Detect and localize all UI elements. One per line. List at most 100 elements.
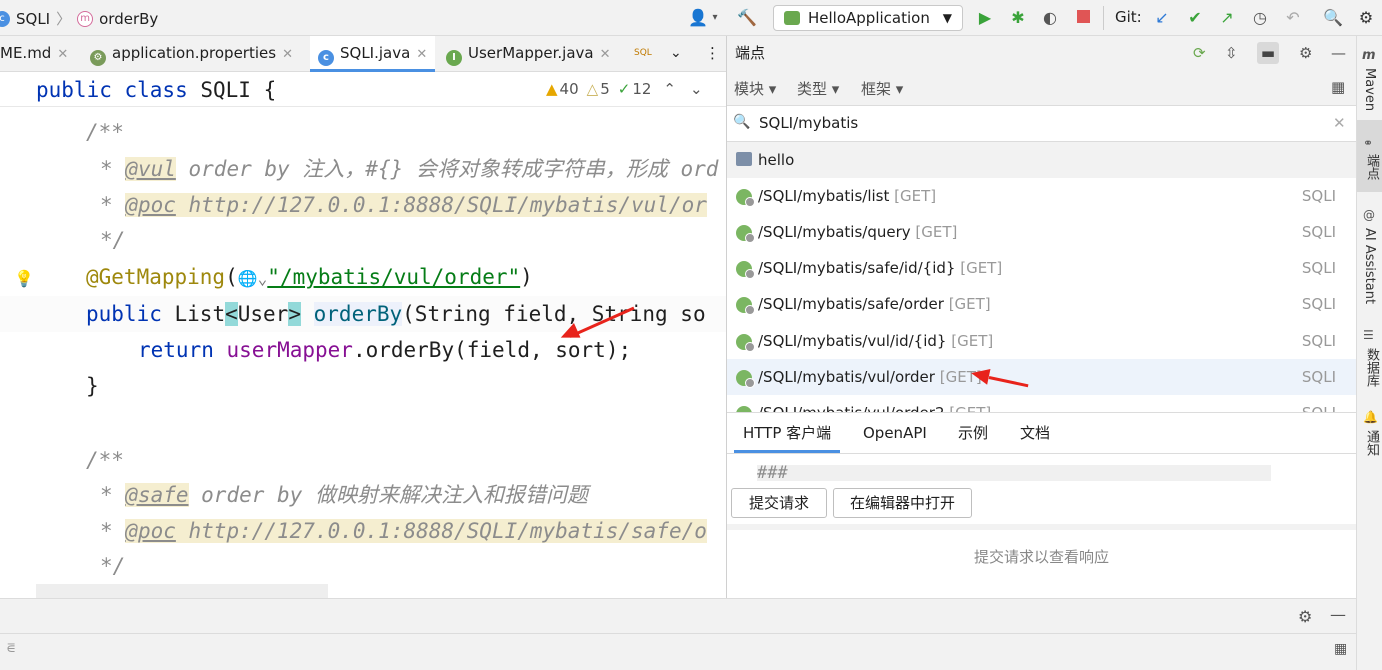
run-config-label: HelloApplication <box>808 9 930 27</box>
submit-request-button[interactable]: 提交请求 <box>731 488 827 518</box>
code-comment-poc: * @poc http://127.0.0.1:8888/SQLI/mybati… <box>100 193 707 217</box>
tab-sqli-java[interactable]: c SQLI.java ✕ <box>310 36 436 72</box>
endpoint-globe-icon <box>736 261 755 279</box>
endpoints-filters: 模块 ▾ 类型 ▾ 框架 ▾ ▦ <box>727 70 1356 106</box>
endpoint-globe-icon <box>736 297 755 315</box>
maven-icon: m <box>1362 48 1376 63</box>
endpoints-header: 端点 ⟳ ⇳ ▬ ⚙ — <box>727 36 1356 70</box>
chevron-down-icon[interactable]: ⌄ <box>690 80 703 98</box>
code-close-brace: } <box>86 374 99 398</box>
tab-label: ME.md <box>0 44 52 62</box>
minimize-icon[interactable]: — <box>1331 36 1346 70</box>
layout-icon[interactable]: ▬ <box>1257 42 1279 64</box>
code-comment-safe: * @safe order by 做映射来解决注入和报错问题 <box>100 483 588 507</box>
method-icon: m <box>77 10 94 27</box>
filter-module[interactable]: 模块 ▾ <box>734 78 776 99</box>
breadcrumb-method[interactable]: orderBy <box>99 10 158 28</box>
weak-warning-icon: △ <box>586 80 599 98</box>
endpoints-icon: ⚭ <box>1363 136 1374 150</box>
annotation-arrowhead <box>969 365 991 385</box>
endpoint-item[interactable]: /SQLI/mybatis/query [GET] SQLI <box>727 214 1356 250</box>
code-editor[interactable]: 💡 public class SQLI { ▲ 40 △ 5 ✓ 12 ⌃ ⌄ /** … <box>0 72 726 598</box>
endpoints-search[interactable]: 🔍 SQLI/mybatis ✕ <box>727 106 1356 142</box>
git-push-icon[interactable]: ↗ <box>1217 8 1237 28</box>
filter-framework[interactable]: 框架 ▾ <box>861 78 903 99</box>
close-icon[interactable]: ✕ <box>57 47 68 62</box>
search-icon: 🔍 <box>733 114 751 130</box>
endpoint-item-selected[interactable]: /SQLI/mybatis/vul/order [GET] SQLI <box>727 359 1356 395</box>
endpoint-item[interactable]: /SQLI/mybatis/vul/id/{id} [GET] SQLI <box>727 323 1356 359</box>
breadcrumb-project[interactable]: SQLI <box>16 10 50 28</box>
grid-icon[interactable]: ▦ <box>1331 78 1345 96</box>
rollback-icon[interactable]: ↶ <box>1283 8 1303 28</box>
git-label: Git: <box>1115 8 1142 26</box>
code-comment-open: /** <box>86 120 124 144</box>
sql-file-icon[interactable]: SQL <box>634 36 652 72</box>
folder-icon <box>736 152 752 166</box>
close-icon[interactable]: ✕ <box>600 47 611 62</box>
endpoint-item[interactable]: /SQLI/mybatis/list [GET] SQLI <box>727 178 1356 214</box>
code-comment-vul: * @vul order by 注入，#{} 会将对象转成字符串，形成 ord <box>100 157 719 181</box>
stop-icon[interactable] <box>1073 8 1093 28</box>
tab-docs[interactable]: 文档 <box>1020 413 1050 453</box>
history-icon[interactable]: ◷ <box>1250 8 1270 28</box>
endpoints-tool-button[interactable]: 端点 <box>1362 154 1381 180</box>
search-icon[interactable]: 🔍 <box>1323 8 1343 28</box>
top-toolbar: c SQLI 〉 m orderBy 👤 ▾ 🔨 HelloApplicatio… <box>0 0 1382 36</box>
tab-openapi[interactable]: OpenAPI <box>863 413 927 453</box>
http-request-editor[interactable]: ### <box>757 465 1271 482</box>
database-tool-button[interactable]: 数据库 <box>1362 348 1381 387</box>
collapse-icon[interactable]: ⇳ <box>1225 36 1238 70</box>
refresh-icon[interactable]: ⟳ <box>1193 36 1206 70</box>
chevron-up-icon[interactable]: ⌃ <box>663 80 676 98</box>
typo-icon: ✓ <box>617 80 631 98</box>
settings-gear-icon[interactable]: ⚙ <box>1298 607 1312 626</box>
open-in-editor-button[interactable]: 在编辑器中打开 <box>833 488 972 518</box>
filter-type[interactable]: 类型 ▾ <box>797 78 839 99</box>
module-icon: c <box>0 10 10 27</box>
response-placeholder: 提交请求以查看响应 <box>973 548 1109 566</box>
chevron-right-icon: 〉 <box>56 10 72 28</box>
run-icon[interactable]: ▶ <box>975 8 995 28</box>
grid-icon[interactable]: ▦ <box>1334 641 1347 657</box>
tab-label: SQLI.java <box>340 44 411 62</box>
run-config-select[interactable]: HelloApplication ▼ <box>773 5 963 31</box>
intention-bulb-icon[interactable]: 💡 <box>14 269 34 288</box>
close-icon[interactable]: ✕ <box>282 47 293 62</box>
endpoint-globe-icon <box>736 225 755 243</box>
close-icon[interactable]: ✕ <box>416 47 427 62</box>
endpoint-group[interactable]: hello <box>727 142 1356 178</box>
ai-assistant-tool-button[interactable]: AI Assistant <box>1362 228 1377 304</box>
chevron-down-icon[interactable]: ⌄ <box>670 36 682 72</box>
debug-icon[interactable]: ✱ <box>1008 8 1028 28</box>
more-icon[interactable]: ⋮ <box>705 36 720 72</box>
coverage-icon[interactable]: ◐ <box>1040 8 1060 28</box>
inspection-widget[interactable]: ▲ 40 △ 5 ✓ 12 ⌃ ⌄ <box>546 80 703 98</box>
tab-usermapper-java[interactable]: I UserMapper.java ✕ <box>446 36 611 72</box>
minimize-icon[interactable]: — <box>1330 605 1346 624</box>
endpoint-item[interactable]: /SQLI/mybatis/vul/order2 [GET] SQLI <box>727 395 1356 412</box>
endpoint-item[interactable]: /SQLI/mybatis/safe/id/{id} [GET] SQLI <box>727 250 1356 286</box>
tab-readme[interactable]: ME.md ✕ <box>0 36 68 72</box>
notifications-tool-button[interactable]: 通知 <box>1362 430 1381 456</box>
structure-icon[interactable]: ⋷ <box>6 641 16 657</box>
class-name: SQLI <box>200 78 251 102</box>
search-input[interactable]: SQLI/mybatis <box>759 114 858 132</box>
tab-examples[interactable]: 示例 <box>958 413 988 453</box>
endpoint-item[interactable]: /SQLI/mybatis/safe/order [GET] SQLI <box>727 286 1356 322</box>
code-line-class: public class SQLI { <box>36 78 277 102</box>
git-commit-icon[interactable]: ✔ <box>1185 8 1205 28</box>
tab-http-client[interactable]: HTTP 客户端 <box>734 413 841 453</box>
settings-gear-icon[interactable]: ⚙ <box>1299 36 1312 70</box>
clear-icon[interactable]: ✕ <box>1333 114 1346 132</box>
build-hammer-icon[interactable]: 🔨 <box>737 8 757 28</box>
settings-gear-icon[interactable]: ⚙ <box>1356 8 1376 28</box>
maven-tool-button[interactable]: Maven <box>1362 68 1377 111</box>
tab-application-properties[interactable]: ⚙ application.properties ✕ <box>90 36 293 72</box>
weak-warning-count: 5 <box>600 80 610 98</box>
git-update-icon[interactable]: ↙ <box>1152 8 1172 28</box>
tab-label: application.properties <box>112 44 277 62</box>
code-annotation-getmapping: @GetMapping(🌐⌄"/mybatis/vul/order") <box>86 265 533 289</box>
endpoints-panel: 端点 ⟳ ⇳ ▬ ⚙ — 模块 ▾ 类型 ▾ 框架 ▾ ▦ 🔍 SQLI/myb… <box>727 36 1356 598</box>
code-return: return userMapper.orderBy(field, sort); <box>138 338 632 362</box>
